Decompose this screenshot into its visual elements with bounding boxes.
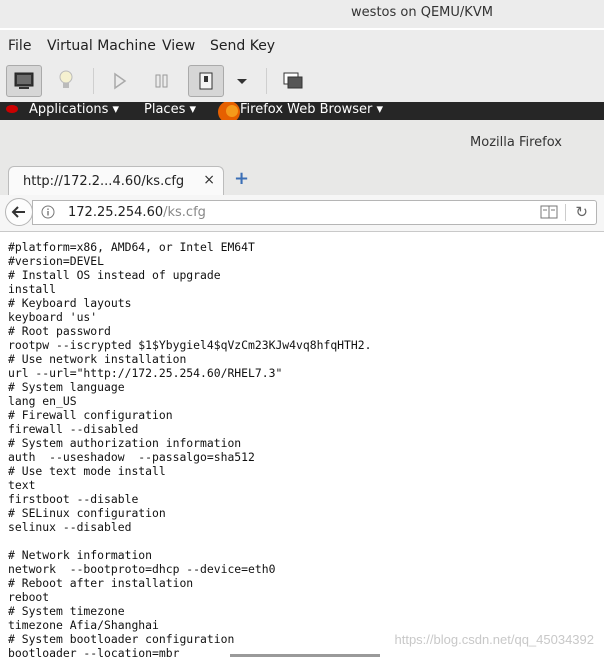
watermark: https://blog.csdn.net/qq_45034392 <box>394 632 595 647</box>
firefox-window-title: Mozilla Firefox <box>470 135 562 150</box>
reload-icon[interactable]: ↻ <box>575 203 588 221</box>
pause-icon <box>155 74 168 88</box>
url-path: /ks.cfg <box>163 205 206 220</box>
chevron-down-icon <box>237 79 247 84</box>
details-view-button[interactable] <box>49 65 85 97</box>
shutdown-button[interactable] <box>188 65 224 97</box>
menu-send-key[interactable]: Send Key <box>210 38 275 54</box>
places-menu[interactable]: Places ▾ <box>144 102 196 118</box>
menu-virtual-machine[interactable]: Virtual Machine <box>47 38 156 54</box>
host-menubar: File Virtual Machine View Send Key <box>0 30 604 60</box>
guest-topbar: Applications ▾ Places ▾ Firefox Web Brow… <box>0 102 604 120</box>
pause-button[interactable] <box>145 65 181 97</box>
navigation-bar: 172.25.254.60/ks.cfg ↻ <box>0 195 604 232</box>
firefox-titlebar: Mozilla Firefox <box>0 120 604 163</box>
redhat-icon <box>6 105 18 113</box>
kickstart-file-text: #platform=x86, AMD64, or Intel EM64T #ve… <box>8 240 372 657</box>
tab-label: http://172.2...4.60/ks.cfg <box>23 174 185 189</box>
screens-icon <box>283 72 303 89</box>
host-titlebar: westos on QEMU/KVM <box>0 0 604 28</box>
reader-view-icon[interactable] <box>540 205 558 219</box>
back-button[interactable] <box>5 198 33 226</box>
power-icon <box>199 72 213 90</box>
tab-ks-cfg[interactable]: http://172.2...4.60/ks.cfg × <box>8 166 224 196</box>
url-host: 172.25.254.60 <box>68 205 164 220</box>
close-icon[interactable]: × <box>203 172 215 188</box>
app-label: Firefox Web Browser <box>240 102 373 117</box>
menu-view[interactable]: View <box>162 38 195 54</box>
host-window-title: westos on QEMU/KVM <box>351 5 493 20</box>
fullscreen-button[interactable] <box>276 65 312 97</box>
monitor-icon <box>14 72 34 89</box>
console-view-button[interactable] <box>6 65 42 97</box>
applications-label: Applications <box>29 102 109 117</box>
play-icon <box>114 72 127 90</box>
run-button[interactable] <box>102 65 138 97</box>
shutdown-menu-button[interactable] <box>225 65 261 97</box>
new-tab-button[interactable]: + <box>234 168 249 189</box>
url-bar[interactable]: 172.25.254.60/ks.cfg ↻ <box>32 200 597 225</box>
tab-strip: http://172.2...4.60/ks.cfg × + <box>0 162 604 196</box>
lightbulb-icon <box>59 70 73 88</box>
url-text: 172.25.254.60/ks.cfg <box>68 205 206 220</box>
info-icon[interactable] <box>41 205 55 219</box>
back-arrow-icon <box>11 206 25 218</box>
places-label: Places <box>144 102 186 117</box>
page-content: #platform=x86, AMD64, or Intel EM64T #ve… <box>0 232 604 657</box>
menu-file[interactable]: File <box>8 38 31 54</box>
firefox-app-menu[interactable]: Firefox Web Browser ▾ <box>240 102 383 118</box>
applications-menu[interactable]: Applications ▾ <box>29 102 119 118</box>
host-toolbar <box>0 60 604 103</box>
